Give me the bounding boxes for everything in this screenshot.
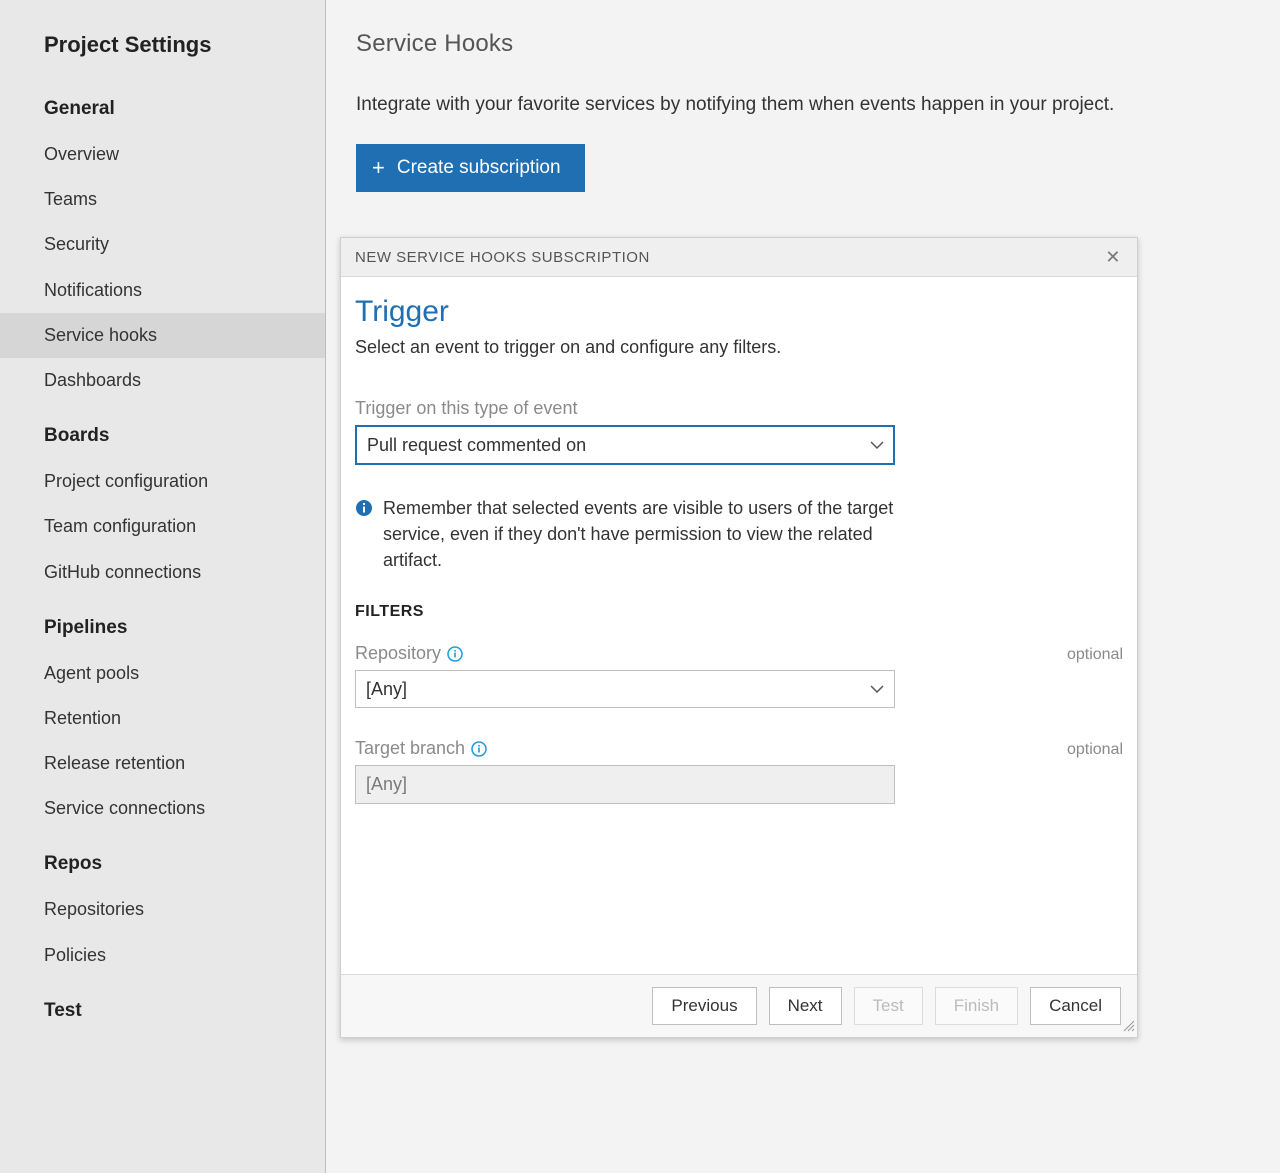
sidebar-item-service-hooks[interactable]: Service hooks bbox=[0, 313, 325, 358]
sidebar-item-overview[interactable]: Overview bbox=[0, 132, 325, 177]
event-type-select[interactable]: Pull request commented on bbox=[355, 425, 895, 465]
dialog-header: NEW SERVICE HOOKS SUBSCRIPTION ✕ bbox=[341, 238, 1137, 277]
plus-icon: + bbox=[372, 157, 385, 179]
info-icon bbox=[447, 646, 463, 662]
new-subscription-dialog: NEW SERVICE HOOKS SUBSCRIPTION ✕ Trigger… bbox=[340, 237, 1138, 1038]
dialog-title: Trigger bbox=[355, 295, 1123, 329]
dialog-footer: Previous Next Test Finish Cancel bbox=[341, 974, 1137, 1037]
sidebar-item-team-configuration[interactable]: Team configuration bbox=[0, 504, 325, 549]
sidebar-item-teams[interactable]: Teams bbox=[0, 177, 325, 222]
repository-optional: optional bbox=[1067, 646, 1123, 664]
event-type-label: Trigger on this type of event bbox=[355, 398, 1123, 419]
sidebar: Project Settings General Overview Teams … bbox=[0, 0, 326, 1173]
finish-button[interactable]: Finish bbox=[935, 987, 1018, 1025]
info-icon bbox=[471, 741, 487, 757]
sidebar-item-release-retention[interactable]: Release retention bbox=[0, 741, 325, 786]
repository-select[interactable]: [Any] bbox=[355, 670, 895, 708]
sidebar-item-project-configuration[interactable]: Project configuration bbox=[0, 459, 325, 504]
sidebar-item-repositories[interactable]: Repositories bbox=[0, 887, 325, 932]
sidebar-item-notifications[interactable]: Notifications bbox=[0, 268, 325, 313]
previous-button[interactable]: Previous bbox=[652, 987, 756, 1025]
target-branch-optional: optional bbox=[1067, 741, 1123, 759]
dialog-header-title: NEW SERVICE HOOKS SUBSCRIPTION bbox=[355, 249, 650, 266]
filters-heading: FILTERS bbox=[355, 603, 1123, 621]
sidebar-section-repos: Repos bbox=[0, 831, 325, 887]
sidebar-item-policies[interactable]: Policies bbox=[0, 933, 325, 978]
sidebar-item-retention[interactable]: Retention bbox=[0, 696, 325, 741]
page-title: Service Hooks bbox=[356, 30, 1250, 58]
dialog-body: Trigger Select an event to trigger on an… bbox=[341, 277, 1137, 974]
next-button[interactable]: Next bbox=[769, 987, 842, 1025]
info-note: Remember that selected events are visibl… bbox=[355, 495, 895, 573]
sidebar-item-github-connections[interactable]: GitHub connections bbox=[0, 550, 325, 595]
sidebar-section-test: Test bbox=[0, 978, 325, 1034]
sidebar-item-security[interactable]: Security bbox=[0, 222, 325, 267]
dialog-subtitle: Select an event to trigger on and config… bbox=[355, 337, 1123, 358]
info-text: Remember that selected events are visibl… bbox=[383, 495, 895, 573]
info-icon bbox=[355, 499, 373, 517]
sidebar-item-agent-pools[interactable]: Agent pools bbox=[0, 651, 325, 696]
repository-label: Repository bbox=[355, 643, 463, 664]
target-branch-label: Target branch bbox=[355, 738, 487, 759]
create-subscription-button[interactable]: + Create subscription bbox=[356, 144, 585, 192]
sidebar-item-dashboards[interactable]: Dashboards bbox=[0, 358, 325, 403]
page-description: Integrate with your favorite services by… bbox=[356, 94, 1250, 116]
sidebar-section-boards: Boards bbox=[0, 403, 325, 459]
sidebar-section-pipelines: Pipelines bbox=[0, 595, 325, 651]
test-button[interactable]: Test bbox=[854, 987, 923, 1025]
resize-grip-icon[interactable] bbox=[1121, 1018, 1135, 1035]
cancel-button[interactable]: Cancel bbox=[1030, 987, 1121, 1025]
sidebar-section-general: General bbox=[0, 76, 325, 132]
close-icon[interactable]: ✕ bbox=[1105, 248, 1121, 266]
create-subscription-label: Create subscription bbox=[397, 157, 561, 179]
sidebar-title: Project Settings bbox=[0, 18, 325, 76]
target-branch-input: [Any] bbox=[355, 765, 895, 804]
sidebar-item-service-connections[interactable]: Service connections bbox=[0, 786, 325, 831]
